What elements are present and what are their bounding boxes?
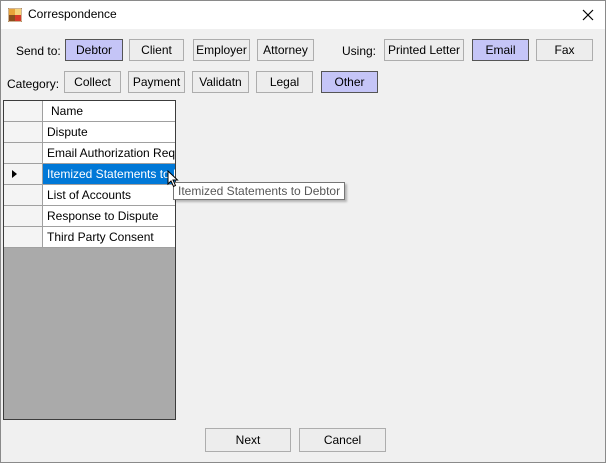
- table-row[interactable]: Response to Dispute: [4, 206, 175, 227]
- send-to-debtor-button[interactable]: Debtor: [65, 39, 123, 61]
- row-header[interactable]: [4, 185, 43, 206]
- close-icon: [582, 9, 594, 21]
- current-row-arrow-icon: [12, 170, 17, 178]
- close-button[interactable]: [571, 1, 605, 29]
- correspondence-window: Correspondence Send to: Debtor Client Em…: [0, 0, 606, 463]
- mouse-cursor-icon: [167, 170, 179, 188]
- grid-corner-header[interactable]: [4, 101, 43, 122]
- window-title: Correspondence: [28, 7, 117, 21]
- category-other-button[interactable]: Other: [321, 71, 378, 93]
- using-printed-letter-button[interactable]: Printed Letter: [384, 39, 464, 61]
- using-fax-button[interactable]: Fax: [536, 39, 593, 61]
- row-header[interactable]: [4, 164, 43, 185]
- title-bar: Correspondence: [1, 1, 605, 29]
- table-cell[interactable]: Third Party Consent: [43, 227, 175, 248]
- table-cell[interactable]: Itemized Statements to D...: [43, 164, 175, 185]
- table-row[interactable]: Third Party Consent: [4, 227, 175, 248]
- table-row[interactable]: Email Authorization Requ...: [4, 143, 175, 164]
- cancel-button[interactable]: Cancel: [299, 428, 386, 452]
- row-header[interactable]: [4, 206, 43, 227]
- using-label: Using:: [342, 44, 377, 58]
- grid-header-row: Name: [4, 101, 175, 122]
- next-button[interactable]: Next: [205, 428, 291, 452]
- row-header[interactable]: [4, 143, 43, 164]
- category-collect-button[interactable]: Collect: [64, 71, 121, 93]
- table-cell[interactable]: Dispute: [43, 122, 175, 143]
- category-payment-button[interactable]: Payment: [128, 71, 185, 93]
- table-cell[interactable]: Email Authorization Requ...: [43, 143, 175, 164]
- table-cell[interactable]: List of Accounts: [43, 185, 175, 206]
- app-icon: [8, 8, 22, 22]
- table-row[interactable]: Dispute: [4, 122, 175, 143]
- table-row-selected[interactable]: Itemized Statements to D...: [4, 164, 175, 185]
- table-row[interactable]: List of Accounts: [4, 185, 175, 206]
- category-legal-button[interactable]: Legal: [256, 71, 313, 93]
- send-to-attorney-button[interactable]: Attorney: [257, 39, 314, 61]
- category-label: Category:: [7, 77, 60, 91]
- using-email-button[interactable]: Email: [472, 39, 529, 61]
- row-header[interactable]: [4, 227, 43, 248]
- name-column-header[interactable]: Name: [43, 101, 175, 122]
- send-to-client-button[interactable]: Client: [129, 39, 184, 61]
- category-validatn-button[interactable]: Validatn: [192, 71, 249, 93]
- template-grid[interactable]: Name Dispute Email Authorization Requ...…: [3, 100, 176, 420]
- row-header[interactable]: [4, 122, 43, 143]
- send-to-label: Send to:: [16, 44, 61, 58]
- row-tooltip: Itemized Statements to Debtor: [173, 182, 346, 200]
- table-cell[interactable]: Response to Dispute: [43, 206, 175, 227]
- send-to-employer-button[interactable]: Employer: [193, 39, 250, 61]
